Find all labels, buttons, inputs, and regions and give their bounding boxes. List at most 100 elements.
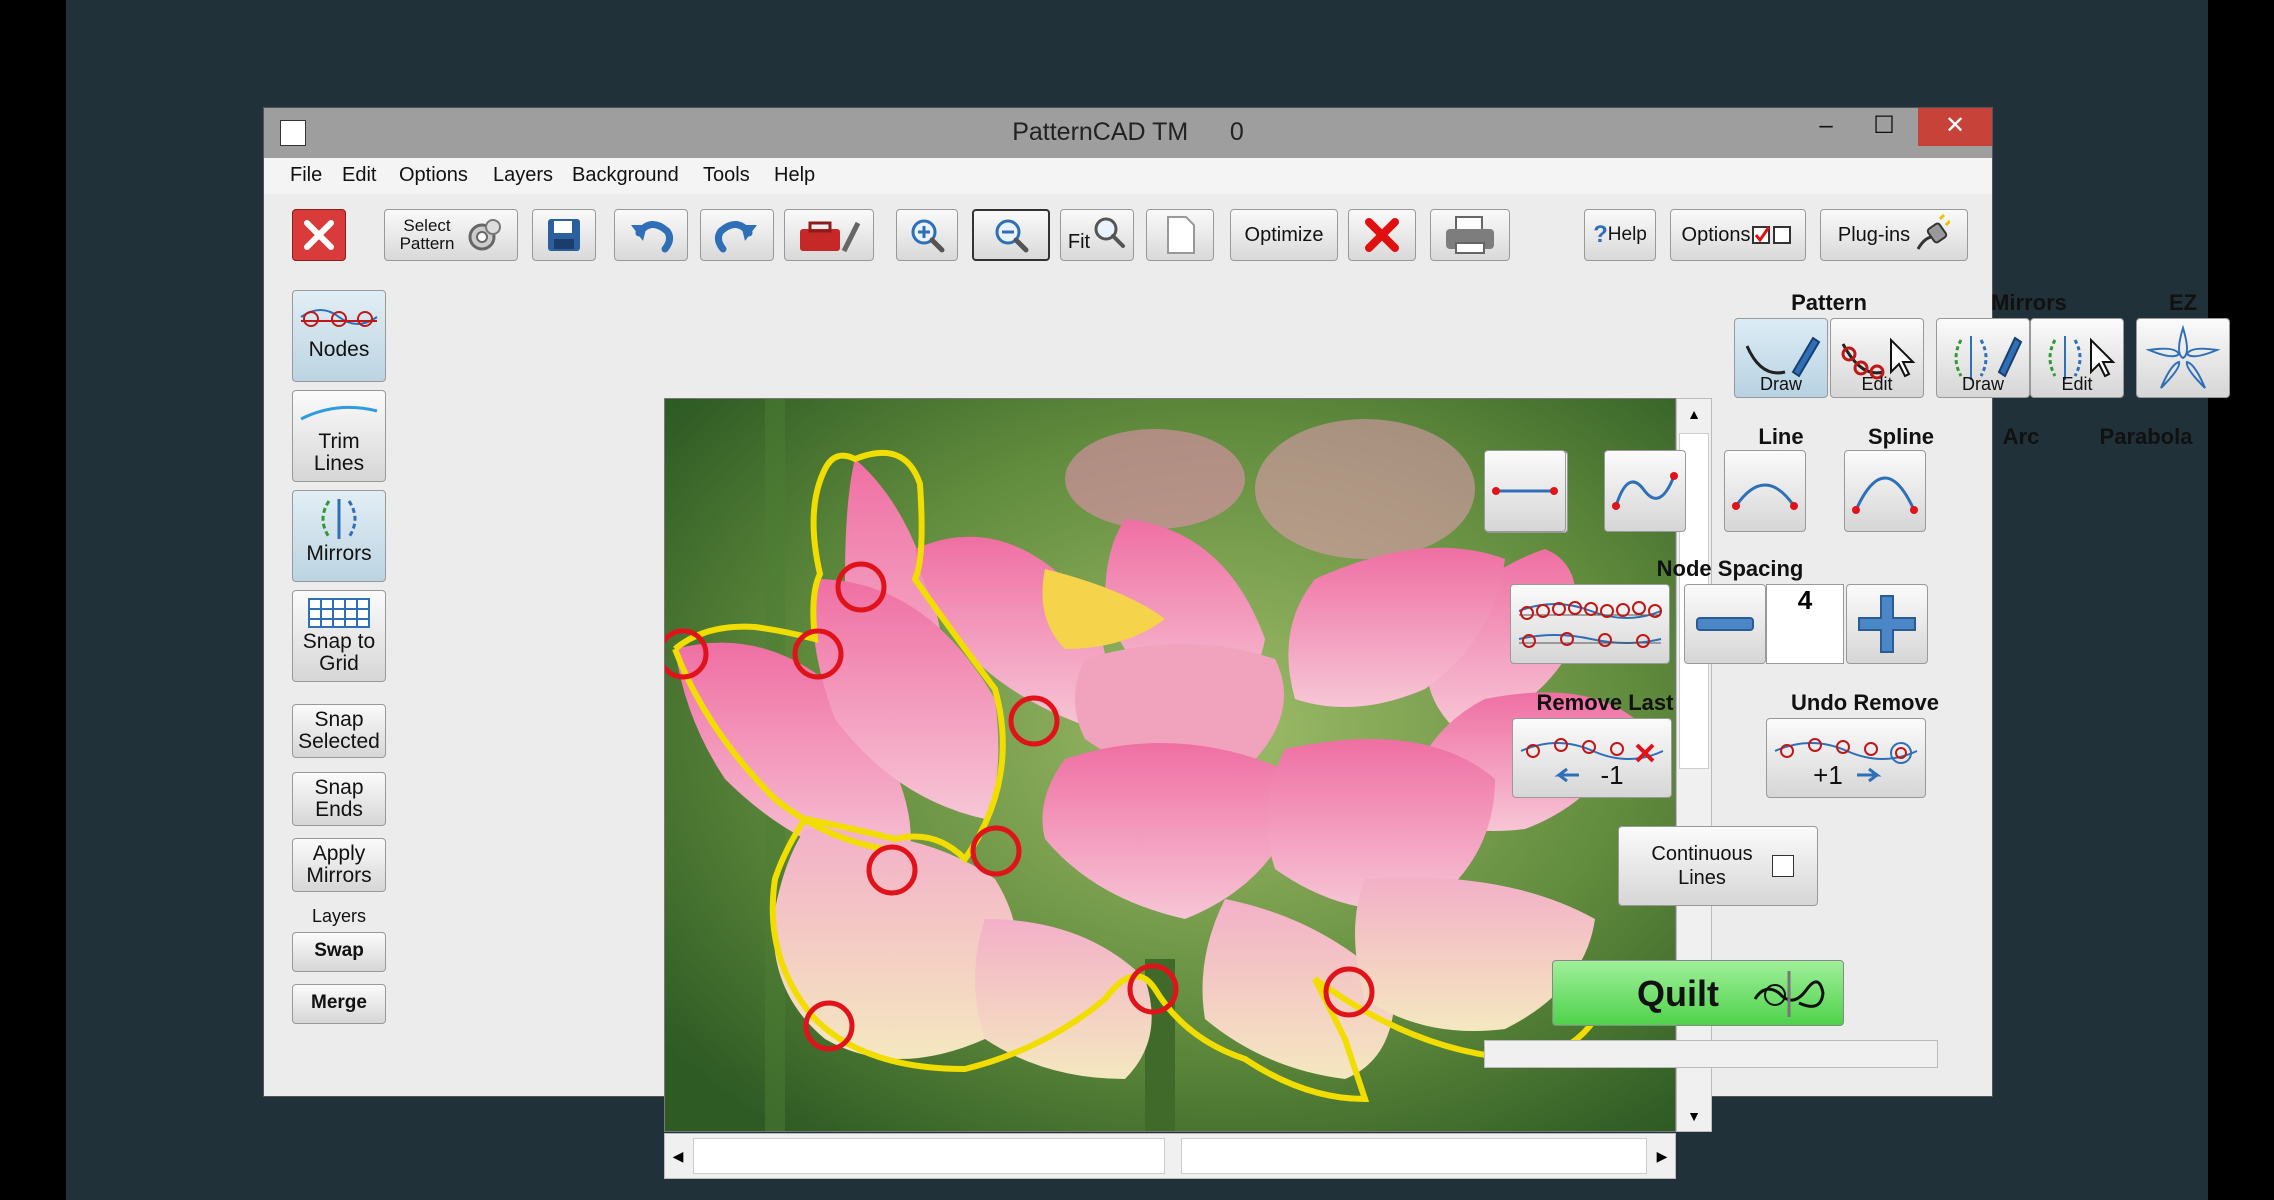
undo-remove-button[interactable]: +1 xyxy=(1766,718,1926,798)
parabola-tool-button[interactable] xyxy=(1844,450,1926,532)
mirrors-draw-button[interactable]: Draw xyxy=(1936,318,2030,398)
zoom-fit-button[interactable]: Fit xyxy=(1060,209,1134,261)
mirrors-draw-label: Draw xyxy=(1961,374,2004,394)
save-disk-icon xyxy=(548,219,580,251)
select-pattern-label-2: Pattern xyxy=(399,234,455,253)
progress-bar xyxy=(1484,1040,1938,1068)
node-spacing-decrease-button[interactable] xyxy=(1684,584,1766,664)
menu-edit[interactable]: Edit xyxy=(342,164,376,187)
pattern-edit-button[interactable]: Edit xyxy=(1830,318,1924,398)
swap-layers-button[interactable]: Swap xyxy=(292,932,386,972)
pattern-heading: Pattern xyxy=(1791,290,1867,315)
node-spacing-preview xyxy=(1510,584,1670,664)
horizontal-scroll-track[interactable] xyxy=(1181,1138,1647,1174)
spline-tool-button[interactable] xyxy=(1604,450,1686,532)
mirrors-button[interactable]: Mirrors xyxy=(292,490,386,582)
mirrors-icon xyxy=(321,499,357,539)
node-spacing-heading: Node Spacing xyxy=(1656,556,1804,581)
save-button[interactable] xyxy=(532,209,596,261)
magnifier-icon xyxy=(1094,217,1126,248)
horizontal-scroll-thumb[interactable] xyxy=(693,1138,1165,1174)
line-icon xyxy=(1492,487,1558,495)
continuous-lines-checkbox[interactable] xyxy=(1772,855,1794,877)
plugins-label: Plug-ins xyxy=(1837,223,1911,246)
undo-remove-badge: +1 xyxy=(1813,760,1843,790)
scroll-right-arrow-icon[interactable]: ▶ xyxy=(1649,1134,1675,1178)
snap-to-grid-button[interactable]: Snap to Grid xyxy=(292,590,386,682)
page-icon xyxy=(1167,216,1195,254)
zoom-fit-label: Fit xyxy=(1067,230,1091,253)
node-spacing-increase-button[interactable] xyxy=(1846,584,1928,664)
scroll-down-arrow-icon[interactable]: ▼ xyxy=(1677,1101,1711,1131)
line-heading: Line xyxy=(1758,424,1804,449)
node-spacing-value[interactable]: 4 xyxy=(1766,584,1844,664)
remove-last-button[interactable]: -1 xyxy=(1512,718,1672,798)
apply-mirrors-button[interactable]: Apply Mirrors xyxy=(292,838,386,892)
exit-button[interactable] xyxy=(292,209,346,261)
menu-options[interactable]: Options xyxy=(399,164,468,187)
scroll-up-arrow-icon[interactable]: ▲ xyxy=(1677,399,1711,429)
undo-arrow-icon xyxy=(631,221,674,253)
plus-icon xyxy=(1858,595,1916,653)
trim-lines-button[interactable]: Trim Lines xyxy=(292,390,386,482)
redo-button[interactable] xyxy=(700,209,774,261)
menu-layers[interactable]: Layers xyxy=(493,164,553,187)
pattern-draw-button[interactable]: Draw xyxy=(1734,318,1828,398)
remove-last-badge: -1 xyxy=(1600,760,1624,790)
horizontal-scrollbar[interactable]: ◀ ▶ xyxy=(664,1133,1676,1179)
toolbox-icon xyxy=(800,221,861,253)
remove-last-heading: Remove Last xyxy=(1536,690,1674,715)
arc-heading: Arc xyxy=(2002,424,2040,449)
select-pattern-label-1: Select xyxy=(403,216,451,235)
close-window-button[interactable]: ✕ xyxy=(1918,108,1992,146)
arc-icon xyxy=(1732,483,1798,510)
menu-file[interactable]: File xyxy=(290,164,322,187)
zoom-out-button[interactable] xyxy=(972,209,1050,261)
select-pattern-button[interactable]: Select Pattern xyxy=(384,209,518,261)
mirrors-edit-label: Edit xyxy=(2061,374,2093,394)
delete-x-icon xyxy=(1365,218,1399,252)
maximize-button[interactable]: ☐ xyxy=(1854,108,1914,146)
zoom-in-button[interactable] xyxy=(896,209,958,261)
printer-icon xyxy=(1446,216,1494,254)
options-label: Options xyxy=(1681,223,1751,246)
menu-background[interactable]: Background xyxy=(572,164,679,187)
snap-ends-button[interactable]: Snap Ends xyxy=(292,772,386,826)
trim-lines-label: Trim Lines xyxy=(313,430,365,475)
mirrors-label: Mirrors xyxy=(306,542,372,565)
continuous-lines-toggle[interactable]: Continuous Lines xyxy=(1618,826,1818,906)
node-spacing-icon xyxy=(1518,601,1662,648)
line-tool-button[interactable] xyxy=(1484,450,1566,532)
options-button[interactable]: Options xyxy=(1670,209,1806,261)
scroll-left-arrow-icon[interactable]: ◀ xyxy=(665,1134,691,1178)
window-title-text: PatternCAD TM xyxy=(1012,118,1189,146)
quilt-button[interactable]: Quilt xyxy=(1552,960,1844,1026)
ez-button[interactable] xyxy=(2136,318,2230,398)
optimize-button[interactable]: Optimize xyxy=(1230,209,1338,261)
arc-tool-button[interactable] xyxy=(1724,450,1806,532)
undo-button[interactable] xyxy=(614,209,688,261)
toolbox-button[interactable] xyxy=(784,209,874,261)
plugins-button[interactable]: Plug-ins xyxy=(1820,209,1968,261)
quilt-label: Quilt xyxy=(1637,973,1719,1014)
window-title-count: 0 xyxy=(1229,118,1244,146)
snap-selected-button[interactable]: Snap Selected xyxy=(292,704,386,758)
nodes-button[interactable]: Nodes xyxy=(292,290,386,382)
nodes-icon xyxy=(300,309,378,327)
print-button[interactable] xyxy=(1430,209,1510,261)
mirrors-edit-button[interactable]: Edit xyxy=(2030,318,2124,398)
help-label: Help xyxy=(1607,224,1647,245)
menu-tools[interactable]: Tools xyxy=(703,164,750,187)
page-button[interactable] xyxy=(1146,209,1214,261)
nodes-label: Nodes xyxy=(308,338,370,361)
minimize-button[interactable]: – xyxy=(1796,108,1856,146)
undo-remove-heading: Undo Remove xyxy=(1791,690,1939,715)
menu-help[interactable]: Help xyxy=(774,164,815,187)
spline-heading: Spline xyxy=(1867,424,1934,449)
merge-layers-button[interactable]: Merge xyxy=(292,984,386,1024)
help-button[interactable]: ? Help xyxy=(1584,209,1656,261)
delete-button[interactable] xyxy=(1348,209,1416,261)
spline-icon xyxy=(1612,472,1678,510)
continuous-lines-label: Continuous Lines xyxy=(1651,843,1753,889)
menu-bar: File Edit Options Layers Background Tool… xyxy=(264,158,1992,194)
